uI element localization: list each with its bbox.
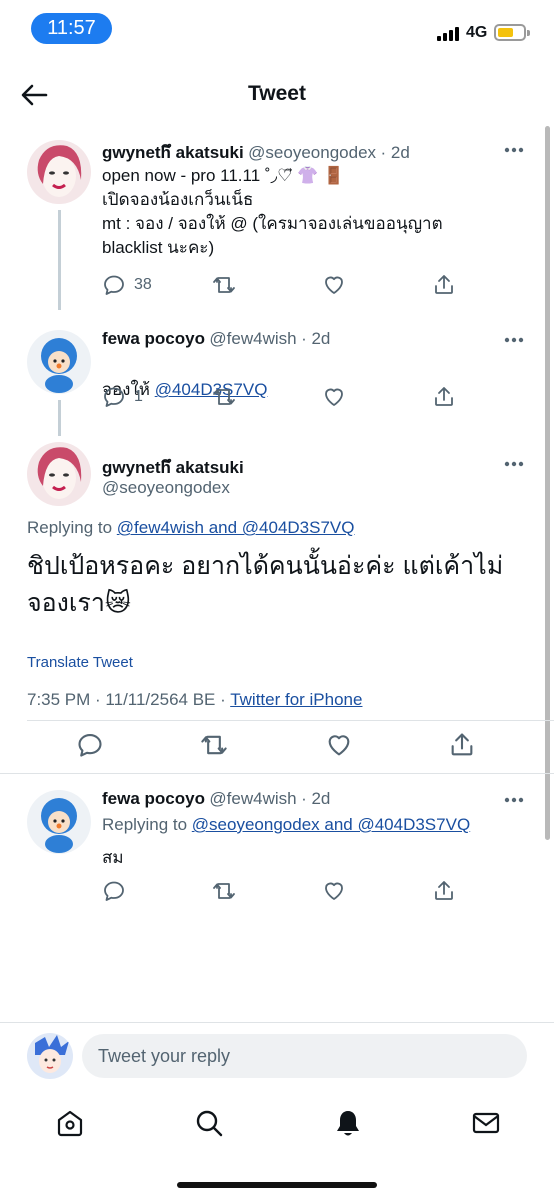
home-icon[interactable] bbox=[55, 1108, 85, 1138]
replying-to-line: Replying to @few4wish and @404D3S7VQ bbox=[27, 518, 355, 538]
like-button[interactable] bbox=[322, 878, 346, 904]
messages-mail-icon[interactable] bbox=[471, 1108, 501, 1138]
more-icon[interactable] bbox=[504, 336, 524, 344]
reply-button[interactable] bbox=[102, 878, 126, 904]
avatar[interactable] bbox=[27, 790, 91, 854]
like-button[interactable] bbox=[322, 272, 346, 298]
status-bar: 11:57 4G bbox=[0, 0, 554, 58]
tweet-actions: 38 bbox=[102, 272, 462, 302]
divider bbox=[27, 720, 554, 721]
thread-line bbox=[58, 210, 61, 310]
translate-link[interactable]: Translate Tweet bbox=[27, 654, 133, 671]
like-button[interactable] bbox=[322, 384, 346, 410]
retweet-icon bbox=[213, 389, 235, 405]
reply-bar: Tweet your reply bbox=[0, 1022, 554, 1092]
tweet-time: · 2d bbox=[380, 143, 410, 162]
reply-count: 1 bbox=[134, 388, 143, 405]
avatar[interactable] bbox=[27, 330, 91, 394]
reply-button[interactable] bbox=[76, 732, 104, 758]
more-icon[interactable] bbox=[504, 460, 524, 468]
author-name[interactable]: gwynethึ akatsuki bbox=[102, 454, 244, 481]
share-button[interactable] bbox=[432, 384, 456, 410]
author-handle[interactable]: @seoyeongodex bbox=[102, 478, 230, 498]
network-label: 4G bbox=[466, 24, 488, 41]
timestamp-line: 7:35 PM · 11/11/2564 BE · Twitter for iP… bbox=[27, 690, 362, 710]
status-time: 11:57 bbox=[31, 13, 112, 44]
reply-button[interactable]: 1 bbox=[102, 384, 143, 410]
avatar[interactable] bbox=[27, 442, 91, 506]
heart-icon bbox=[325, 276, 343, 294]
reply-icon bbox=[104, 387, 124, 407]
thread-line bbox=[58, 400, 61, 436]
replying-to-label: Replying to bbox=[27, 518, 113, 537]
retweet-button[interactable] bbox=[212, 384, 236, 410]
home-indicator bbox=[177, 1182, 377, 1188]
tweet-timestamp: 7:35 PM · 11/11/2564 BE · bbox=[27, 690, 231, 709]
retweet-icon bbox=[213, 277, 235, 293]
main-tweet-actions bbox=[76, 732, 486, 762]
tweet-text: สม bbox=[102, 848, 124, 867]
share-icon bbox=[435, 387, 453, 406]
reply-icon bbox=[104, 275, 124, 295]
author-name[interactable]: fewa pocoyo bbox=[102, 789, 205, 808]
share-icon bbox=[435, 881, 453, 900]
author-handle[interactable]: @few4wish bbox=[209, 789, 296, 808]
replying-to-line: Replying to @seoyeongodex and @404D3S7VQ bbox=[102, 815, 470, 835]
divider bbox=[0, 773, 554, 774]
author-name[interactable]: gwynethึ akatsuki bbox=[102, 143, 244, 162]
tweet-time: · 2d bbox=[301, 329, 331, 348]
retweet-icon bbox=[213, 883, 235, 899]
bottom-tab-bar bbox=[0, 1100, 554, 1160]
search-icon[interactable] bbox=[194, 1108, 224, 1138]
heart-icon bbox=[328, 735, 350, 756]
replying-to-link[interactable]: @seoyeongodex and @404D3S7VQ bbox=[192, 815, 470, 834]
battery-icon bbox=[494, 24, 530, 41]
main-tweet-text: ชิปเป้อหรอคะ อยากได้คนนั้นอ่ะค่ะ แต่เค้า… bbox=[27, 552, 504, 617]
top-header: Tweet bbox=[0, 70, 554, 120]
retweet-button[interactable] bbox=[200, 732, 228, 758]
notifications-bell-icon[interactable] bbox=[333, 1108, 363, 1138]
more-icon[interactable] bbox=[504, 146, 524, 154]
signal-icon bbox=[437, 26, 459, 41]
retweet-button[interactable] bbox=[212, 878, 236, 904]
share-button[interactable] bbox=[448, 732, 476, 758]
more-icon[interactable] bbox=[504, 796, 524, 804]
avatar[interactable] bbox=[27, 140, 91, 204]
replying-to-link[interactable]: @few4wish and @404D3S7VQ bbox=[117, 518, 355, 537]
tweet-actions bbox=[102, 878, 462, 908]
tweet-actions: 1 bbox=[102, 384, 462, 414]
reply-input[interactable]: Tweet your reply bbox=[82, 1034, 527, 1078]
tweet-text: open now - pro 11.11 ˚◞♡⃗ 👚 🚪 เปิดจองน้อ… bbox=[102, 166, 443, 257]
tweet-time: · 2d bbox=[301, 789, 331, 808]
retweet-button[interactable] bbox=[212, 272, 236, 298]
reply-icon bbox=[104, 881, 124, 901]
scrollbar[interactable] bbox=[545, 126, 550, 840]
reply-icon bbox=[78, 734, 102, 757]
page-title: Tweet bbox=[248, 82, 306, 105]
share-icon bbox=[451, 733, 473, 756]
author-handle[interactable]: @few4wish bbox=[209, 329, 296, 348]
author-handle[interactable]: @seoyeongodex bbox=[248, 143, 376, 162]
share-button[interactable] bbox=[432, 878, 456, 904]
share-button[interactable] bbox=[432, 272, 456, 298]
share-icon bbox=[435, 275, 453, 294]
replying-to-label: Replying to bbox=[102, 815, 188, 834]
reply-button[interactable]: 38 bbox=[102, 272, 152, 298]
heart-icon bbox=[325, 882, 343, 900]
reply-count: 38 bbox=[134, 276, 152, 293]
like-button[interactable] bbox=[325, 732, 353, 758]
heart-icon bbox=[325, 388, 343, 406]
retweet-icon bbox=[201, 735, 227, 755]
source-link[interactable]: Twitter for iPhone bbox=[230, 690, 362, 709]
my-avatar[interactable] bbox=[27, 1033, 73, 1079]
author-name[interactable]: fewa pocoyo bbox=[102, 329, 205, 348]
